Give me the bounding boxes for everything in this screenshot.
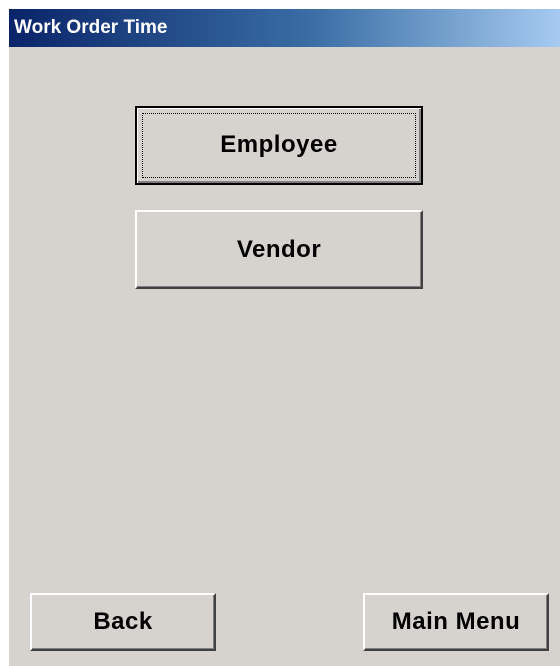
vendor-button-label: Vendor [236,236,322,263]
employee-button[interactable]: Employee [135,106,423,185]
back-button[interactable]: Back [30,593,216,651]
title-bar: Work Order Time [9,9,560,47]
back-button-label: Back [93,608,153,635]
vendor-button[interactable]: Vendor [135,210,423,289]
main-menu-button-label: Main Menu [391,608,521,635]
main-menu-button[interactable]: Main Menu [363,593,549,651]
employee-button-label: Employee [220,131,338,158]
work-order-time-window: Work Order Time Employee Vendor Back Mai… [8,8,560,666]
window-title: Work Order Time [14,17,168,38]
